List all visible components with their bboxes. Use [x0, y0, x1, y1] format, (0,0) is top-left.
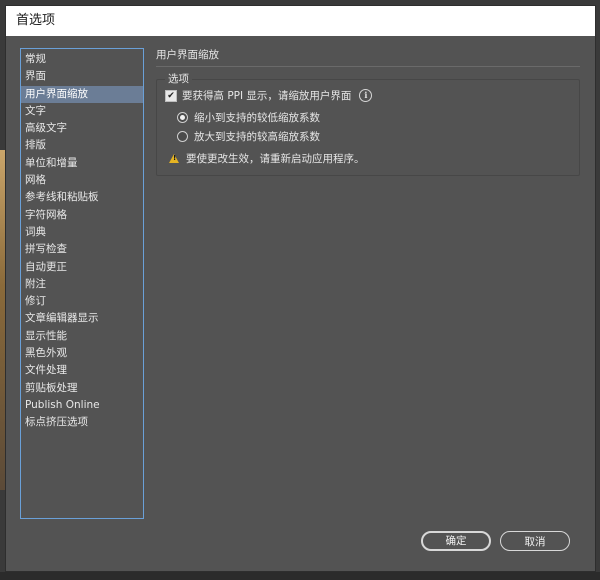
radio-scale-down[interactable]: [177, 112, 188, 123]
sidebar-item-file-handling[interactable]: 文件处理: [21, 362, 143, 379]
sidebar-item-clipboard[interactable]: 剪贴板处理: [21, 380, 143, 397]
sidebar-item-type[interactable]: 文字: [21, 103, 143, 120]
restart-warning-text: 要使更改生效，请重新启动应用程序。: [186, 153, 365, 165]
sidebar-item-ui-scaling[interactable]: 用户界面缩放: [21, 85, 143, 103]
radio-scale-down-row[interactable]: 缩小到支持的较低缩放系数: [177, 110, 320, 125]
sidebar-item-track-changes[interactable]: 修订: [21, 293, 143, 310]
sidebar-item-story-editor[interactable]: 文章编辑器显示: [21, 310, 143, 327]
sidebar-item-mojikumi[interactable]: 标点挤压选项: [21, 414, 143, 431]
sidebar-item-display-performance[interactable]: 显示性能: [21, 328, 143, 345]
sidebar-item-composition[interactable]: 排版: [21, 137, 143, 154]
preferences-sidebar: 常规 界面 用户界面缩放 文字 高级文字 排版 单位和增量 网格 参考线和粘贴板…: [20, 48, 144, 519]
scale-ui-checkbox[interactable]: ✔: [165, 89, 177, 102]
radio-scale-up-label: 放大到支持的较高缩放系数: [194, 131, 320, 143]
cancel-button[interactable]: 取消: [500, 531, 570, 551]
preferences-content: 用户界面缩放 选项 ✔ 要获得高 PPI 显示，请缩放用户界面 i 缩小到支持的…: [156, 48, 580, 176]
preferences-dialog: 首选项 常规 界面 用户界面缩放 文字 高级文字 排版 单位和增量 网格 参考线…: [5, 5, 596, 572]
sidebar-item-guides-pasteboard[interactable]: 参考线和粘贴板: [21, 189, 143, 206]
restart-warning: 要使更改生效，请重新启动应用程序。: [169, 151, 365, 166]
sidebar-item-units-increments[interactable]: 单位和增量: [21, 155, 143, 172]
sidebar-item-dictionary[interactable]: 词典: [21, 224, 143, 241]
sidebar-item-autocorrect[interactable]: 自动更正: [21, 259, 143, 276]
radio-scale-down-label: 缩小到支持的较低缩放系数: [194, 112, 320, 124]
sidebar-item-advanced-type[interactable]: 高级文字: [21, 120, 143, 137]
scale-ui-checkbox-label: 要获得高 PPI 显示，请缩放用户界面: [182, 90, 352, 102]
sidebar-item-interface[interactable]: 界面: [21, 68, 143, 85]
ok-button[interactable]: 确定: [421, 531, 491, 551]
section-divider: [156, 66, 580, 67]
options-group: 选项 ✔ 要获得高 PPI 显示，请缩放用户界面 i 缩小到支持的较低缩放系数 …: [156, 72, 580, 176]
background-taskbar-strip: [0, 572, 600, 580]
options-group-legend: 选项: [165, 72, 192, 86]
scale-ui-checkbox-row[interactable]: ✔ 要获得高 PPI 显示，请缩放用户界面 i: [165, 88, 373, 103]
radio-scale-up[interactable]: [177, 131, 188, 142]
warning-icon: [169, 154, 179, 163]
radio-scale-up-row[interactable]: 放大到支持的较高缩放系数: [177, 129, 320, 144]
info-icon[interactable]: i: [359, 89, 373, 102]
sidebar-item-publish-online[interactable]: Publish Online: [21, 397, 143, 414]
sidebar-item-grids[interactable]: 网格: [21, 172, 143, 189]
sidebar-item-black-appearance[interactable]: 黑色外观: [21, 345, 143, 362]
dialog-title: 首选项: [6, 6, 595, 36]
sidebar-item-spelling[interactable]: 拼写检查: [21, 241, 143, 258]
sidebar-item-notes[interactable]: 附注: [21, 276, 143, 293]
sidebar-item-general[interactable]: 常规: [21, 51, 143, 68]
sidebar-item-frame-grid[interactable]: 字符网格: [21, 207, 143, 224]
section-title: 用户界面缩放: [156, 49, 219, 61]
